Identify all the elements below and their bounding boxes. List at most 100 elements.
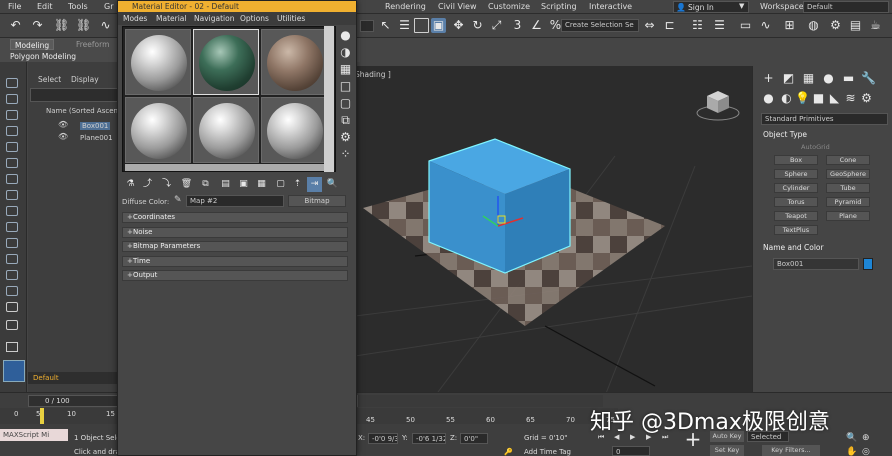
make-unique-icon[interactable]: ⧉ — [198, 177, 213, 192]
filter-containers-icon[interactable] — [6, 302, 18, 312]
menu-navigation[interactable]: Navigation — [194, 14, 234, 23]
assign-material-icon[interactable]: ⤵ — [159, 177, 174, 192]
box-button[interactable]: Box — [774, 155, 818, 165]
maxscript-listener[interactable]: MAXScript Mi — [0, 429, 68, 441]
bind-space-warp-icon[interactable]: ∿ — [98, 18, 113, 33]
ribbon-toggle-icon[interactable]: ▭ — [738, 18, 753, 33]
object-color-swatch[interactable] — [863, 258, 873, 270]
key-filters-button[interactable]: Key Filters... — [762, 445, 820, 456]
menu-edit[interactable]: Edit — [37, 2, 53, 11]
put-to-scene-icon[interactable]: ⤴ — [140, 177, 155, 192]
render-setup-icon[interactable]: ⚙ — [828, 18, 843, 33]
space-warps-icon[interactable]: ≋ — [843, 91, 858, 106]
material-editor-icon[interactable]: ◍ — [806, 18, 821, 33]
set-key-button[interactable]: Set Key — [710, 445, 744, 456]
modify-tab-icon[interactable]: ◩ — [781, 71, 796, 86]
cylinder-button[interactable]: Cylinder — [774, 183, 818, 193]
filter-shapes-icon[interactable] — [6, 190, 18, 200]
utilities-tab-icon[interactable]: 🔧 — [861, 71, 876, 86]
display-tab-icon[interactable]: ▬ — [841, 71, 856, 86]
perspective-viewport[interactable]: Shading ] — [355, 66, 752, 396]
visibility-eye-icon[interactable]: 👁 — [58, 132, 68, 141]
move-icon[interactable]: ✥ — [451, 18, 466, 33]
motion-icon[interactable] — [6, 126, 18, 136]
filter-warps-icon[interactable] — [6, 254, 18, 264]
curve-editor-icon[interactable]: ∿ — [758, 18, 773, 33]
material-slot[interactable] — [261, 97, 327, 163]
menu-interactive[interactable]: Interactive — [589, 2, 632, 11]
create-tab-icon[interactable]: + — [761, 71, 776, 86]
selection-set-dropdown[interactable]: Create Selection Se — [561, 19, 639, 32]
geometry-icon[interactable]: ● — [761, 91, 776, 106]
tab-select[interactable]: Select — [38, 75, 61, 84]
material-slot[interactable] — [193, 97, 259, 163]
reset-map-icon[interactable]: 🗑 — [179, 177, 194, 192]
render-icon[interactable]: ☕ — [868, 18, 883, 33]
background-icon[interactable]: ▦ — [338, 62, 353, 77]
backlight-icon[interactable]: ◑ — [338, 45, 353, 60]
filter-funnel-icon[interactable] — [6, 342, 18, 352]
eyedropper-icon[interactable]: ✎ — [174, 195, 182, 205]
sample-type-icon[interactable]: ● — [338, 28, 353, 43]
undo-icon[interactable]: ↶ — [8, 18, 23, 33]
menu-tools[interactable]: Tools — [68, 2, 88, 11]
redo-icon[interactable]: ↷ — [30, 18, 45, 33]
time-tag-icon[interactable]: 🔑 — [504, 448, 513, 456]
object-name-input[interactable]: Box001 — [773, 258, 859, 270]
angle-snap-icon[interactable]: ∠ — [529, 18, 544, 33]
time-slider-thumb[interactable] — [40, 408, 44, 424]
put-to-library-icon[interactable]: ▤ — [218, 177, 233, 192]
map-type-button[interactable]: Bitmap — [288, 195, 346, 207]
material-slot[interactable] — [125, 29, 191, 95]
zoom-icon[interactable]: 🔍 — [846, 433, 857, 443]
orbit-icon[interactable]: ◎ — [862, 447, 870, 456]
modify-icon[interactable] — [6, 94, 18, 104]
pyramid-button[interactable]: Pyramid — [826, 197, 870, 207]
layer-explorer-icon[interactable]: ☰ — [712, 18, 727, 33]
tube-button[interactable]: Tube — [826, 183, 870, 193]
rollout-time[interactable]: +Time — [122, 256, 348, 267]
scene-explorer-toggle-icon[interactable]: ☷ — [690, 18, 705, 33]
material-slot-active[interactable] — [193, 29, 259, 95]
timeline-ruler-right[interactable]: 45 50 55 60 65 70 75 — [358, 408, 618, 424]
menu-options[interactable]: Options — [240, 14, 269, 23]
layer-explorer-button[interactable] — [3, 360, 25, 382]
rollout-output[interactable]: +Output — [122, 270, 348, 281]
filter-helpers-icon[interactable] — [6, 238, 18, 248]
get-material-icon[interactable]: ⚗ — [123, 177, 138, 192]
lights-icon[interactable]: 💡 — [795, 91, 810, 106]
tab-freeform[interactable]: Freeform — [72, 39, 113, 50]
sign-in-dropdown[interactable]: 👤 Sign In ▼ — [673, 1, 749, 13]
autogrid-checkbox[interactable]: AutoGrid — [801, 143, 830, 151]
add-time-tag-button[interactable]: Add Time Tag — [524, 448, 571, 456]
y-coordinate-field[interactable]: -0'6 1/32" — [412, 433, 446, 444]
pick-material-icon[interactable]: 🔍 — [325, 177, 340, 192]
select-by-material-icon[interactable]: ⁘ — [338, 147, 353, 162]
sphere-button[interactable]: Sphere — [774, 169, 818, 179]
material-slot[interactable] — [261, 29, 327, 95]
rectangular-selection-icon[interactable] — [414, 18, 429, 33]
teapot-button[interactable]: Teapot — [774, 211, 818, 221]
shapes-icon[interactable]: ◐ — [779, 91, 794, 106]
x-coordinate-field[interactable]: -0'0 9/32" — [368, 433, 398, 444]
hierarchy-icon[interactable] — [6, 110, 18, 120]
menu-modes[interactable]: Modes — [123, 14, 147, 23]
unlink-icon[interactable]: ⛓ — [76, 18, 91, 33]
workspace-dropdown[interactable]: Default — [803, 1, 889, 13]
hierarchy-tab-icon[interactable]: ▦ — [801, 71, 816, 86]
tab-modeling[interactable]: Modeling — [10, 39, 55, 50]
filter-cameras-icon[interactable] — [6, 222, 18, 232]
material-id-icon[interactable]: ▣ — [236, 177, 251, 192]
torus-button[interactable]: Torus — [774, 197, 818, 207]
scale-icon[interactable]: ⤢ — [489, 18, 504, 33]
menu-rendering[interactable]: Rendering — [385, 2, 426, 11]
menu-group[interactable]: Gr — [104, 2, 114, 11]
mirror-icon[interactable]: ⇔ — [642, 18, 657, 33]
list-item[interactable]: Plane001 — [80, 134, 113, 142]
slots-scrollbar[interactable] — [125, 164, 331, 171]
rotate-icon[interactable]: ↻ — [470, 18, 485, 33]
video-color-check-icon[interactable]: ▢ — [338, 96, 353, 111]
map-name-field[interactable]: Map #2 — [186, 195, 284, 207]
schematic-view-icon[interactable]: ⊞ — [782, 18, 797, 33]
textplus-button[interactable]: TextPlus — [774, 225, 818, 235]
